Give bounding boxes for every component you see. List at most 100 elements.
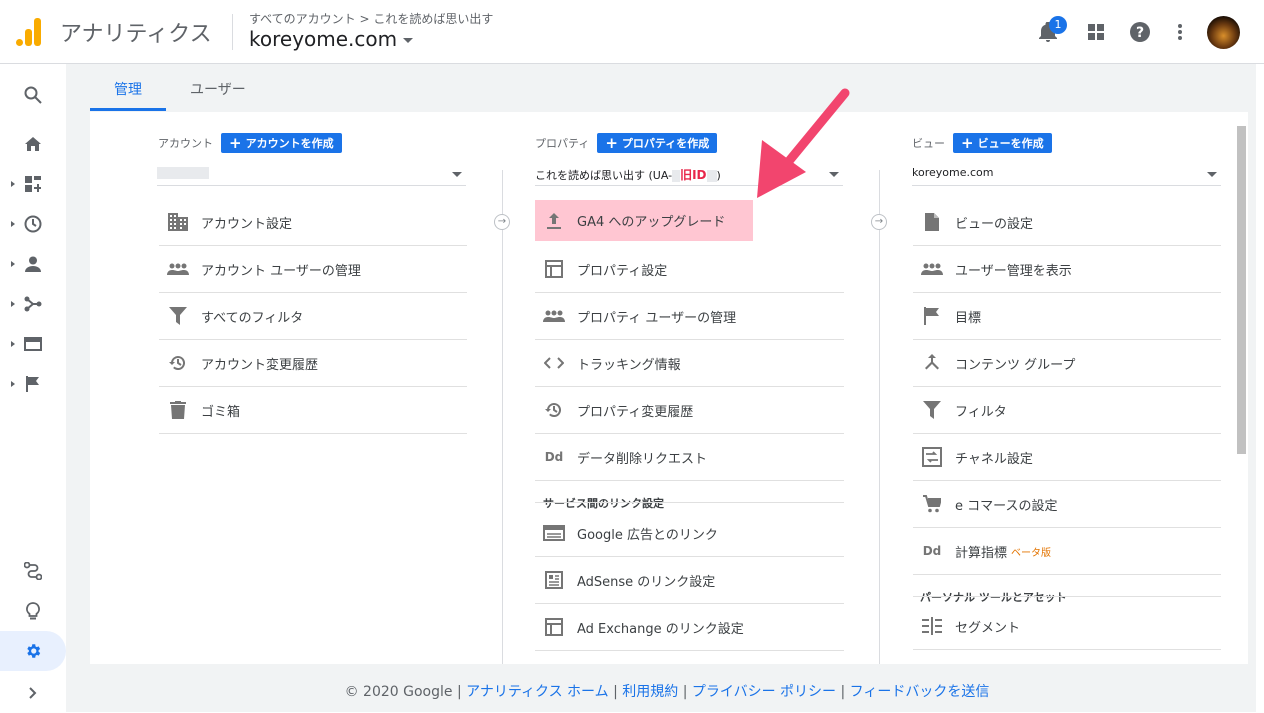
discover-lightbulb-icon[interactable] (0, 591, 66, 631)
search-icon[interactable] (0, 75, 66, 115)
ads-icon (543, 525, 565, 541)
apps-grid-icon[interactable] (1084, 20, 1108, 44)
footer-link-privacy[interactable]: プライバシー ポリシー (692, 684, 836, 700)
trash-icon (167, 401, 189, 419)
footer-separator: | (608, 684, 623, 700)
list-item-segments[interactable]: セグメント (913, 603, 1221, 650)
list-item-ad-exchange-link[interactable]: Ad Exchange のリンク設定 (535, 604, 844, 651)
top-bar: アナリティクス すべてのアカウント > これを読めば思い出す koreyome.… (0, 0, 1264, 64)
footer: © 2020 Google | アナリティクス ホーム | 利用規約 | プライ… (0, 664, 1264, 712)
history-icon (543, 401, 565, 419)
app-title: アナリティクス (60, 22, 212, 47)
list-item-account-history[interactable]: アカウント変更履歴 (159, 340, 467, 387)
list-item-label: データ削除リクエスト (577, 451, 708, 467)
account-label: アカウント (158, 137, 213, 150)
footer-separator: | (836, 684, 850, 700)
realtime-clock-icon[interactable] (0, 204, 66, 244)
list-item-label: コンテンツ グループ (955, 357, 1076, 373)
attribution-icon[interactable] (0, 551, 66, 591)
list-item-all-filters[interactable]: すべてのフィルタ (159, 293, 467, 340)
list-item-adsense-link[interactable]: AdSense のリンク設定 (535, 557, 844, 604)
property-selected-suffix: ) (716, 169, 721, 182)
avatar[interactable] (1207, 16, 1240, 49)
upload-icon (543, 212, 565, 229)
more-vert-icon[interactable] (1168, 20, 1192, 44)
list-item-account-settings[interactable]: アカウント設定 (159, 199, 467, 246)
create-view-button[interactable]: + ビューを作成 (953, 133, 1052, 153)
adsense-icon (543, 571, 565, 589)
list-item-ecommerce-settings[interactable]: e コマースの設定 (913, 481, 1221, 528)
list-item-calculated-metrics[interactable]: Dd 計算指標 ベータ版 (913, 528, 1221, 575)
list-item-account-users[interactable]: アカウント ユーザーの管理 (159, 246, 467, 293)
header-divider (232, 14, 233, 50)
scrollbar[interactable] (1237, 126, 1246, 454)
property-selector[interactable]: これを読めば思い出す (UA- 旧ID) (535, 162, 843, 186)
analytics-logo-icon[interactable] (16, 16, 42, 48)
plus-icon: + (229, 134, 242, 152)
customization-icon[interactable] (0, 164, 66, 204)
redacted-account-name (157, 167, 209, 179)
code-icon (543, 357, 565, 369)
segment-icon (921, 617, 943, 635)
acquisition-icon[interactable] (0, 284, 66, 324)
footer-link-feedback[interactable]: フィードバックを送信 (850, 684, 990, 700)
list-item-label: 計算指標 (955, 545, 1008, 561)
list-item-label: Google 広告とのリンク (577, 527, 718, 543)
audience-person-icon[interactable] (0, 244, 66, 284)
list-item-ga4-upgrade[interactable]: GA4 へのアップグレード (535, 200, 753, 241)
conversions-flag-icon[interactable] (0, 364, 66, 404)
redacted-id (706, 170, 717, 182)
list-item-channel-settings[interactable]: チャネル設定 (913, 434, 1221, 481)
list-item-property-history[interactable]: プロパティ変更履歴 (535, 387, 844, 434)
list-item-label: プロパティ設定 (577, 263, 668, 279)
property-label: プロパティ (535, 137, 590, 150)
list-item-label: トラッキング情報 (577, 357, 681, 373)
account-column-header: アカウント + アカウントを作成 (158, 133, 342, 153)
list-item-label: セグメント (955, 620, 1021, 636)
list-item-label: GA4 へのアップグレード (577, 215, 726, 230)
behavior-icon[interactable] (0, 324, 66, 364)
help-icon[interactable]: ? (1128, 20, 1152, 44)
footer-link-terms[interactable]: 利用規約 (622, 684, 678, 700)
list-item-label: チャネル設定 (955, 451, 1033, 467)
plus-icon: + (961, 134, 974, 152)
list-item-label: すべてのフィルタ (201, 310, 304, 326)
breadcrumb[interactable]: すべてのアカウント > これを読めば思い出す (249, 10, 493, 27)
list-item-tracking-info[interactable]: トラッキング情報 (535, 340, 844, 387)
list-item-trash[interactable]: ゴミ箱 (159, 387, 467, 434)
tab-admin[interactable]: 管理 (114, 79, 142, 99)
column-divider (879, 170, 880, 664)
property-column-header: プロパティ + プロパティを作成 (535, 133, 718, 153)
list-item-content-grouping[interactable]: コンテンツ グループ (913, 340, 1221, 387)
create-account-button[interactable]: + アカウントを作成 (221, 133, 342, 153)
document-icon (921, 213, 943, 231)
list-item-google-ads-link[interactable]: Google 広告とのリンク (535, 510, 844, 557)
list-item-property-settings[interactable]: プロパティ設定 (535, 246, 844, 293)
list-item-label: アカウント変更履歴 (201, 357, 319, 373)
footer-separator: | (678, 684, 692, 700)
section-heading-service-links: サービス間のリンク設定 (543, 497, 664, 510)
home-icon[interactable] (0, 124, 66, 164)
property-selector[interactable]: koreyome.com (249, 27, 414, 51)
list-item-view-filters[interactable]: フィルタ (913, 387, 1221, 434)
side-nav (0, 64, 66, 712)
footer-link-analytics-home[interactable]: アナリティクス ホーム (466, 684, 609, 700)
list-item-view-users[interactable]: ユーザー管理を表示 (913, 246, 1221, 293)
account-selector[interactable] (157, 162, 466, 186)
tab-user[interactable]: ユーザー (190, 79, 246, 99)
list-item-goals[interactable]: 目標 (913, 293, 1221, 340)
column-arrow-icon: → (871, 214, 887, 230)
list-item-label: プロパティ変更履歴 (577, 404, 694, 420)
divider (913, 596, 1221, 597)
dropdown-arrow-icon (452, 172, 462, 177)
view-label: ビュー (912, 137, 945, 150)
list-item-property-users[interactable]: プロパティ ユーザーの管理 (535, 293, 844, 340)
channel-icon (921, 447, 943, 467)
column-arrow-icon: → (494, 214, 510, 230)
view-selector[interactable]: koreyome.com (912, 162, 1221, 186)
active-tab-indicator (90, 108, 166, 111)
list-item-data-deletion[interactable]: Dd データ削除リクエスト (535, 434, 844, 481)
create-property-button[interactable]: + プロパティを作成 (597, 133, 718, 153)
building-icon (167, 213, 189, 231)
list-item-view-settings[interactable]: ビューの設定 (913, 199, 1221, 246)
